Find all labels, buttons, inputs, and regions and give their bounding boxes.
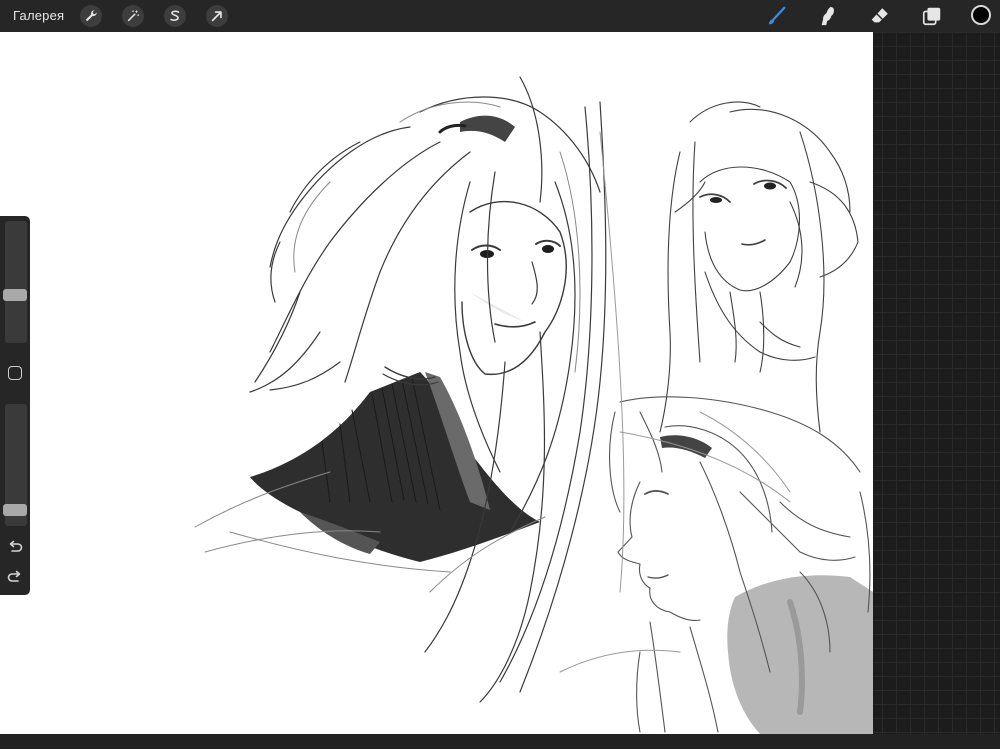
brush-size-slider[interactable]: [3, 221, 27, 343]
opacity-knob[interactable]: [3, 504, 27, 516]
color-picker-button[interactable]: [971, 5, 991, 25]
brush-size-knob[interactable]: [3, 289, 27, 301]
modify-button[interactable]: [8, 366, 22, 380]
eraser-tool-button[interactable]: [868, 4, 892, 28]
actions-button[interactable]: [80, 5, 102, 27]
selection-button[interactable]: [164, 5, 186, 27]
adjustments-button[interactable]: [122, 5, 144, 27]
eraser-icon: [871, 8, 888, 23]
gallery-button[interactable]: Галерея: [13, 8, 64, 23]
layers-button[interactable]: [920, 4, 944, 28]
brush-tool-button[interactable]: [765, 4, 789, 28]
main-face: [461, 200, 567, 376]
transform-arrow-icon: [211, 11, 222, 22]
smudge-tool-button[interactable]: [817, 4, 841, 28]
transform-button[interactable]: [206, 5, 228, 27]
left-sidebar: [0, 216, 30, 595]
opacity-slider[interactable]: [3, 404, 27, 526]
brush-icon: [768, 6, 786, 25]
wrench-icon: [85, 10, 97, 22]
bottom-profile: [617, 481, 701, 622]
magic-wand-icon: [127, 9, 140, 22]
undo-icon[interactable]: [6, 538, 24, 556]
selection-s-icon: [170, 10, 180, 21]
drawing-canvas[interactable]: [0, 32, 873, 734]
layers-icon: [922, 7, 941, 26]
smudge-icon: [821, 6, 834, 26]
bottom-bar: [0, 734, 1000, 749]
redo-icon[interactable]: [6, 568, 24, 586]
top-toolbar: Галерея: [0, 0, 1000, 32]
sketch-artwork: [194, 76, 873, 734]
